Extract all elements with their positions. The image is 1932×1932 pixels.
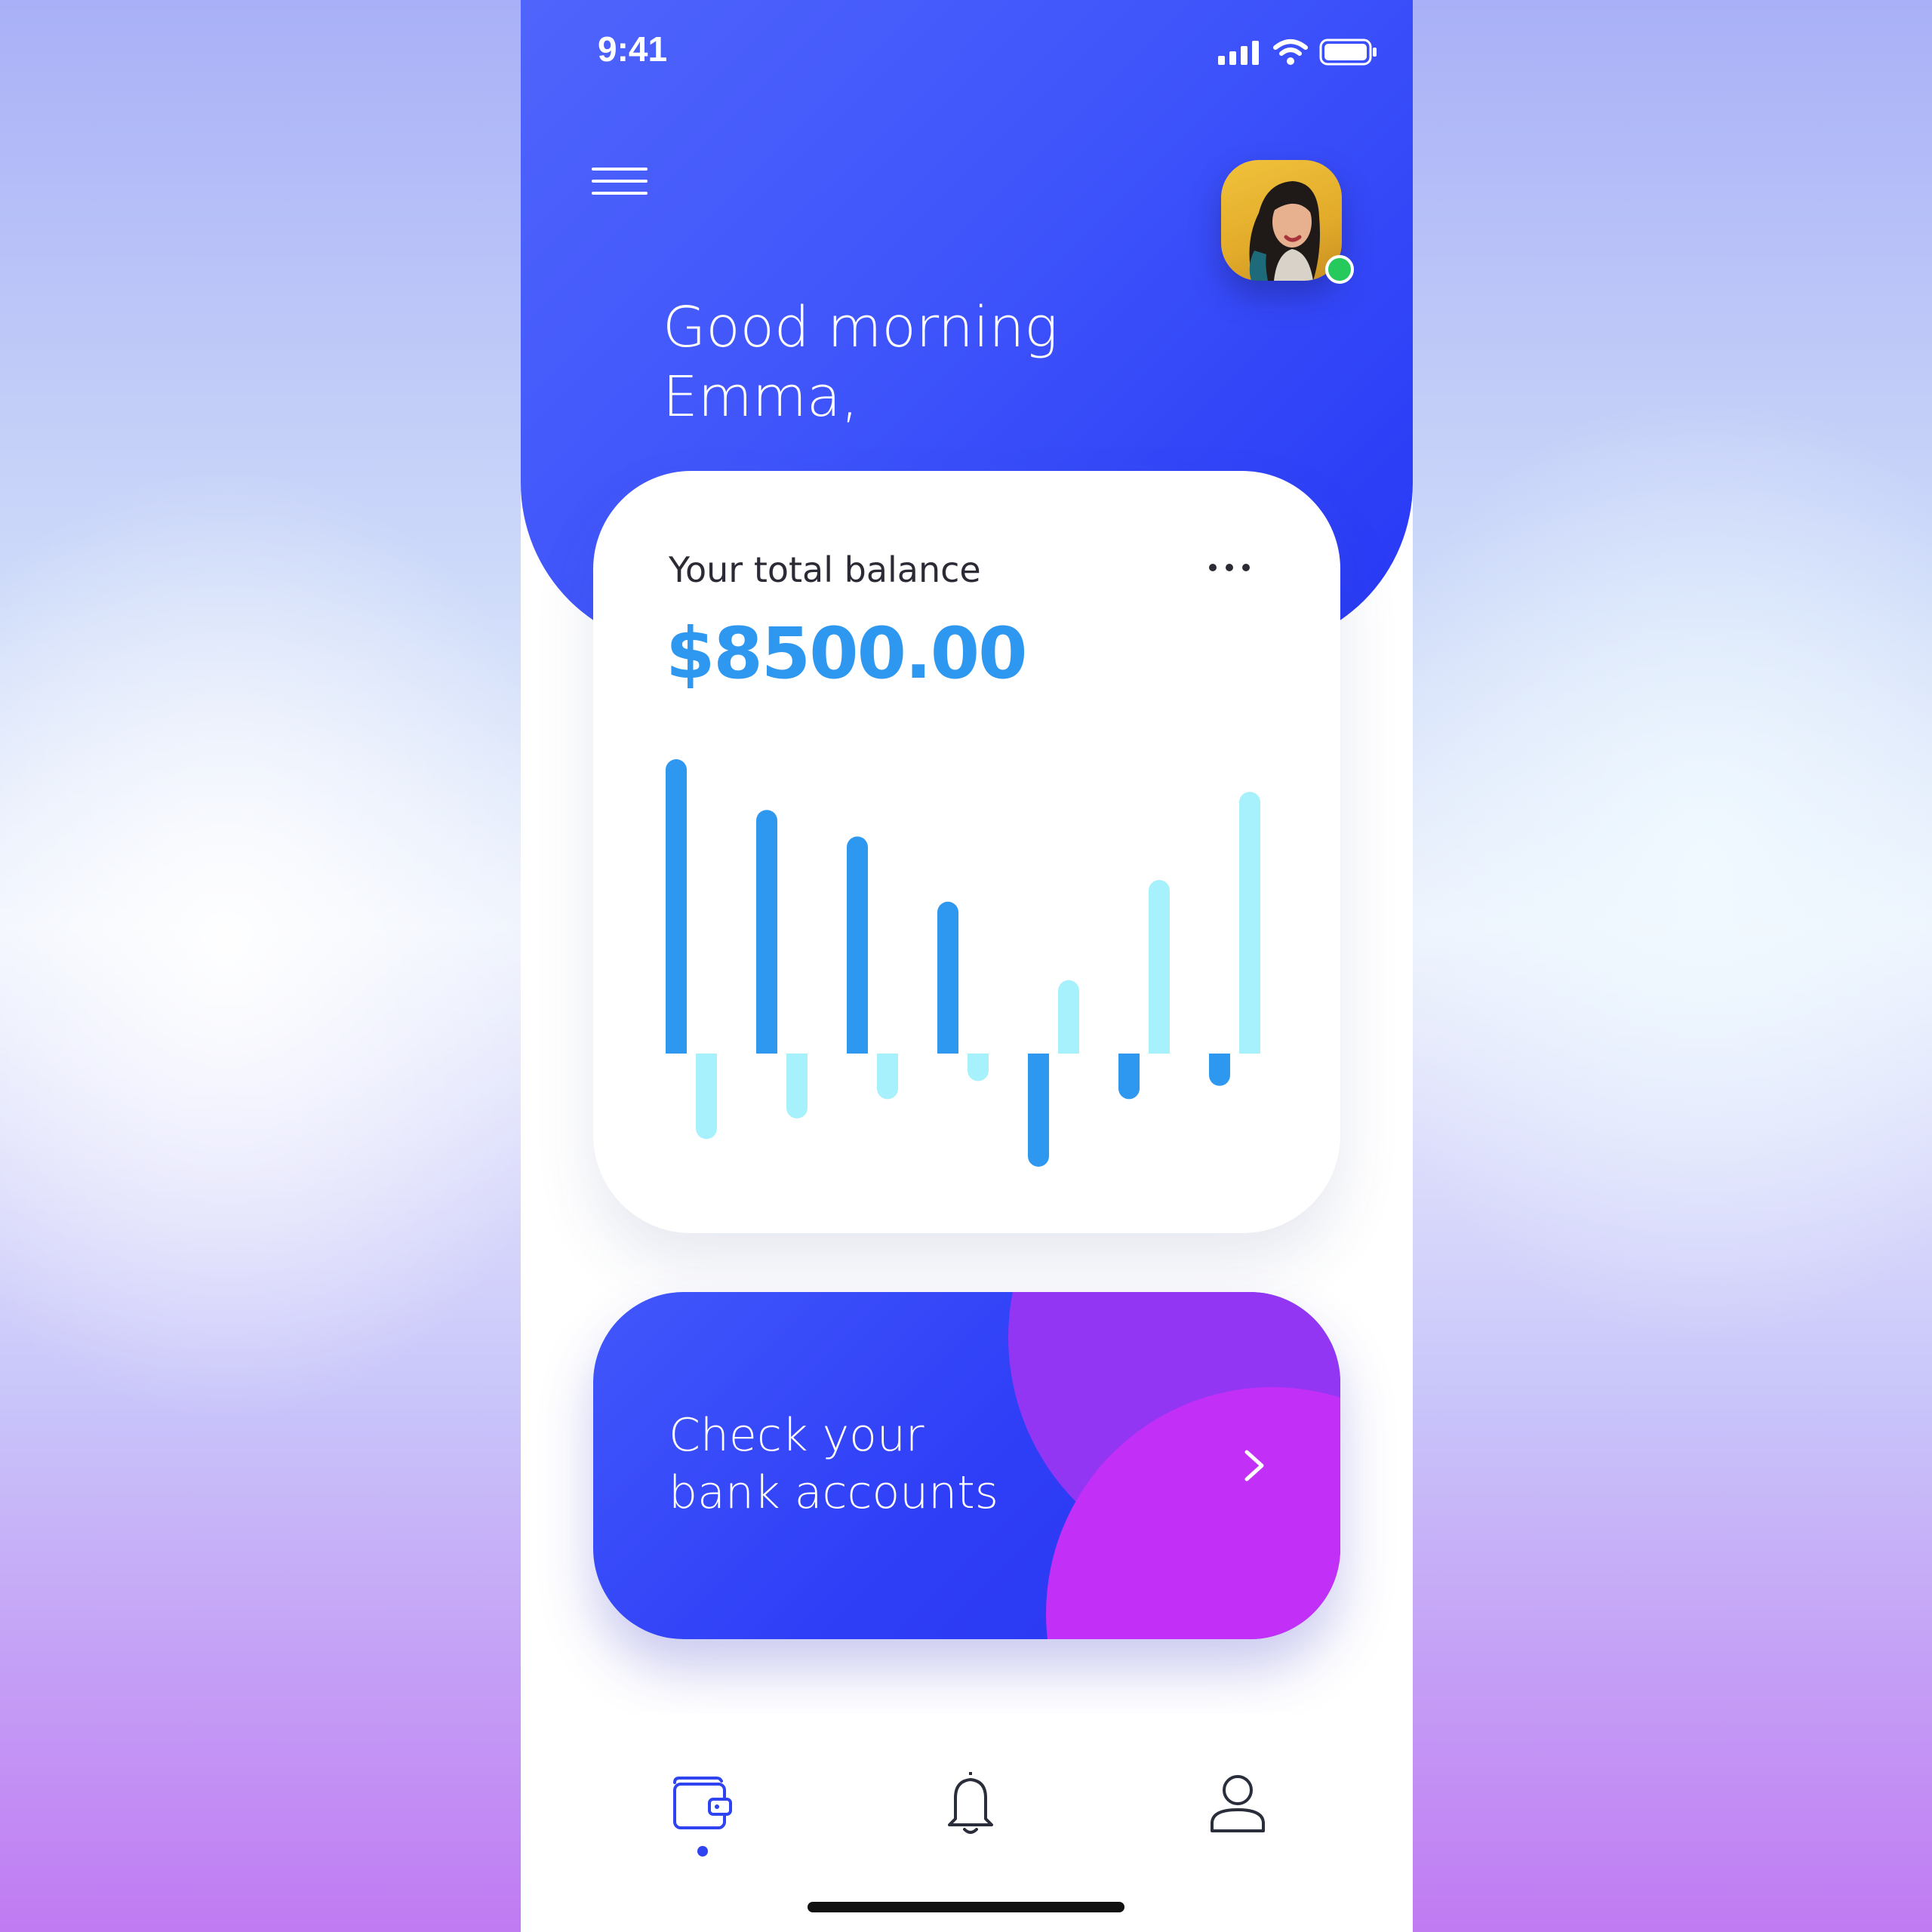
chart-bar [666,770,687,1054]
cta-text: Check your bank accounts [669,1407,998,1521]
chart-bar-cap [847,836,868,858]
user-icon [1211,1775,1265,1832]
chart-bar-cap [786,1097,808,1118]
avatar-photo-icon [1249,181,1320,281]
tab-wallet[interactable] [664,1766,740,1841]
chart-bar [937,912,958,1054]
status-icons [1218,38,1378,66]
greeting-line-1: Good morning [663,295,1058,360]
status-time: 9:41 [598,29,668,69]
chart-bar-cap [1209,1064,1230,1086]
chart-bar-cap [1118,1078,1140,1100]
chart-bar-cap [877,1078,898,1100]
chart-bar [1149,891,1170,1054]
greeting: Good morning Emma, [663,293,1191,432]
chart-bar [1028,1054,1049,1156]
active-tab-indicator [697,1846,708,1857]
bell-icon [948,1772,993,1834]
chart-bar-cap [756,810,777,832]
chart-bar-cap [937,901,958,923]
chart-bar [696,1054,717,1129]
avatar[interactable] [1221,160,1342,281]
chart-bar [756,820,777,1054]
chart-bar-cap [1058,980,1079,1001]
battery-icon [1319,38,1377,66]
chart-bar-cap [968,1060,989,1081]
chart-bar-cap [696,1118,717,1140]
chart-bar-cap [1149,880,1170,901]
home-indicator [808,1902,1124,1912]
tab-bar [521,1713,1413,1932]
chart-bar [847,847,868,1054]
balance-chart [666,759,1260,1167]
wifi-icon [1273,39,1308,65]
tab-notifications[interactable] [933,1766,1008,1841]
chart-bar [1239,802,1260,1054]
chevron-right-icon[interactable] [1239,1443,1269,1488]
balance-card[interactable]: Your total balance $8500.00 [593,471,1340,1233]
chart-bar-cap [666,759,687,780]
chart-bar-cap [1028,1146,1049,1167]
chart-bar-cap [1239,792,1260,814]
cta-line-1: Check your [669,1409,924,1462]
phone-screen: 9:41 Good morning Emma, Your total balan… [521,0,1413,1932]
menu-button[interactable] [592,165,649,201]
online-status-dot [1325,255,1354,284]
tab-profile[interactable] [1200,1766,1275,1841]
wallet-icon [673,1777,732,1829]
check-bank-accounts-card[interactable]: Check your bank accounts [593,1292,1340,1639]
cta-line-2: bank accounts [669,1466,998,1519]
greeting-line-2: Emma, [663,365,859,429]
signal-icon [1218,41,1259,65]
